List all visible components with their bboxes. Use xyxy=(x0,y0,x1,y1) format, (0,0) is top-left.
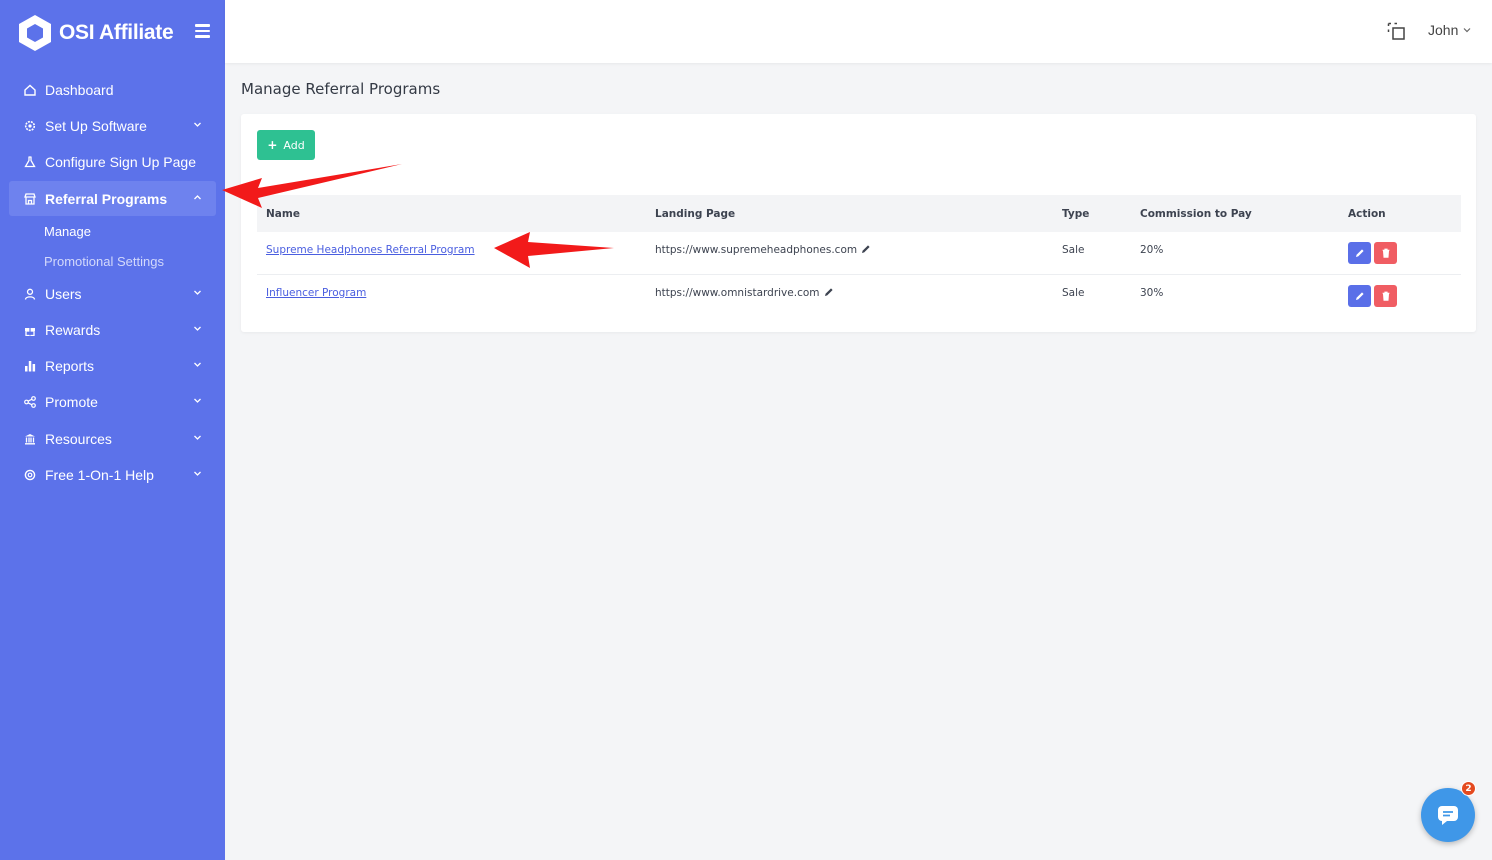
table-header: Name Landing Page Type Commission to Pay… xyxy=(257,195,1461,232)
column-header-commission: Commission to Pay xyxy=(1140,208,1252,220)
sidebar-subitem-manage[interactable]: Manage xyxy=(44,224,91,239)
sidebar-item-label: Dashboard xyxy=(45,81,114,98)
sidebar-item-label: Users xyxy=(45,285,82,302)
table-row: Influencer Program https://www.omnistard… xyxy=(257,275,1461,318)
delete-button[interactable] xyxy=(1374,285,1397,307)
pencil-icon[interactable] xyxy=(861,244,871,254)
page-title: Manage Referral Programs xyxy=(241,80,441,98)
user-menu[interactable]: John xyxy=(1428,22,1471,38)
delete-button[interactable] xyxy=(1374,242,1397,264)
edit-button[interactable] xyxy=(1348,285,1371,307)
annotation-arrow-icon xyxy=(494,232,614,268)
sidebar-item-label: Promote xyxy=(45,393,98,410)
sidebar-item-label: Reports xyxy=(45,357,95,374)
sidebar-item-label: Referral Programs xyxy=(45,190,168,207)
sidebar-item-free-help[interactable]: Free 1-On-1 Help xyxy=(9,457,216,492)
column-header-action: Action xyxy=(1348,208,1386,220)
user-icon xyxy=(23,287,36,300)
store-icon xyxy=(23,192,36,205)
edit-button[interactable] xyxy=(1348,242,1371,264)
top-bar: John xyxy=(225,0,1492,63)
sidebar-item-referral-programs[interactable]: Referral Programs xyxy=(9,181,216,216)
sidebar-item-configure-sign-up-page[interactable]: Configure Sign Up Page xyxy=(9,144,216,179)
chevron-up-icon xyxy=(194,195,201,200)
lifebuoy-icon xyxy=(23,468,36,481)
flask-icon xyxy=(23,155,36,168)
chevron-down-icon xyxy=(194,435,201,440)
user-name: John xyxy=(1428,22,1459,38)
programs-card: + Add Name Landing Page Type Commission … xyxy=(241,114,1476,332)
chevron-down-icon xyxy=(194,398,201,403)
program-name-link[interactable]: Influencer Program xyxy=(266,287,366,299)
sidebar-item-users[interactable]: Users xyxy=(9,276,216,311)
column-header-type: Type xyxy=(1062,208,1090,220)
gear-icon xyxy=(23,119,36,132)
pencil-icon xyxy=(1355,249,1364,257)
chat-button[interactable] xyxy=(1421,788,1475,842)
type-cell: Sale xyxy=(1062,287,1085,299)
sidebar-item-dashboard[interactable]: Dashboard xyxy=(9,72,216,107)
hamburger-menu-icon[interactable] xyxy=(195,24,210,38)
sidebar-item-label: Free 1-On-1 Help xyxy=(45,466,154,483)
type-cell: Sale xyxy=(1062,244,1085,256)
sidebar-item-rewards[interactable]: Rewards xyxy=(9,312,216,347)
sidebar-item-label: Set Up Software xyxy=(45,117,147,134)
chevron-down-icon xyxy=(1463,28,1471,33)
home-icon xyxy=(23,83,36,96)
gift-icon xyxy=(23,323,36,336)
commission-cell: 30% xyxy=(1140,287,1164,299)
commission-cell: 20% xyxy=(1140,244,1164,256)
fullscreen-icon[interactable] xyxy=(1387,22,1406,41)
add-button[interactable]: + Add xyxy=(257,130,315,160)
sidebar-item-set-up-software[interactable]: Set Up Software xyxy=(9,108,216,143)
plus-icon: + xyxy=(267,138,278,152)
pencil-icon xyxy=(1355,292,1364,300)
sidebar: OSI Affiliate Dashboard Set Up Software … xyxy=(0,0,225,860)
chevron-down-icon xyxy=(194,326,201,331)
chevron-down-icon xyxy=(194,122,201,127)
landing-page-cell: https://www.omnistardrive.com xyxy=(655,287,834,299)
sidebar-item-label: Rewards xyxy=(45,321,101,338)
logo-icon xyxy=(19,15,51,51)
sidebar-subitem-promotional-settings[interactable]: Promotional Settings xyxy=(44,254,164,269)
chevron-down-icon xyxy=(194,362,201,367)
chevron-down-icon xyxy=(194,290,201,295)
sidebar-item-reports[interactable]: Reports xyxy=(9,348,216,383)
share-icon xyxy=(23,395,36,408)
landing-page-url: https://www.omnistardrive.com xyxy=(655,287,820,299)
brand[interactable]: OSI Affiliate xyxy=(18,14,218,52)
column-header-landing-page: Landing Page xyxy=(655,208,736,220)
add-button-label: Add xyxy=(283,138,305,152)
chevron-down-icon xyxy=(194,471,201,476)
bar-chart-icon xyxy=(23,359,36,372)
brand-name: OSI Affiliate xyxy=(59,21,174,44)
trash-icon xyxy=(1382,248,1389,258)
landing-page-url: https://www.supremeheadphones.com xyxy=(655,244,858,256)
pencil-icon[interactable] xyxy=(824,287,834,297)
trash-icon xyxy=(1382,291,1389,301)
landing-page-cell: https://www.supremeheadphones.com xyxy=(655,244,871,256)
bank-icon xyxy=(23,432,36,445)
sidebar-item-promote[interactable]: Promote xyxy=(9,384,216,419)
sidebar-item-label: Resources xyxy=(45,430,112,447)
table-row: Supreme Headphones Referral Program http… xyxy=(257,232,1461,275)
sidebar-item-label: Configure Sign Up Page xyxy=(45,153,196,170)
program-name-link[interactable]: Supreme Headphones Referral Program xyxy=(266,244,475,256)
notification-badge: 2 xyxy=(1461,781,1476,796)
sidebar-item-resources[interactable]: Resources xyxy=(9,421,216,456)
chat-icon xyxy=(1438,806,1458,825)
annotation-arrow-icon xyxy=(222,164,402,208)
